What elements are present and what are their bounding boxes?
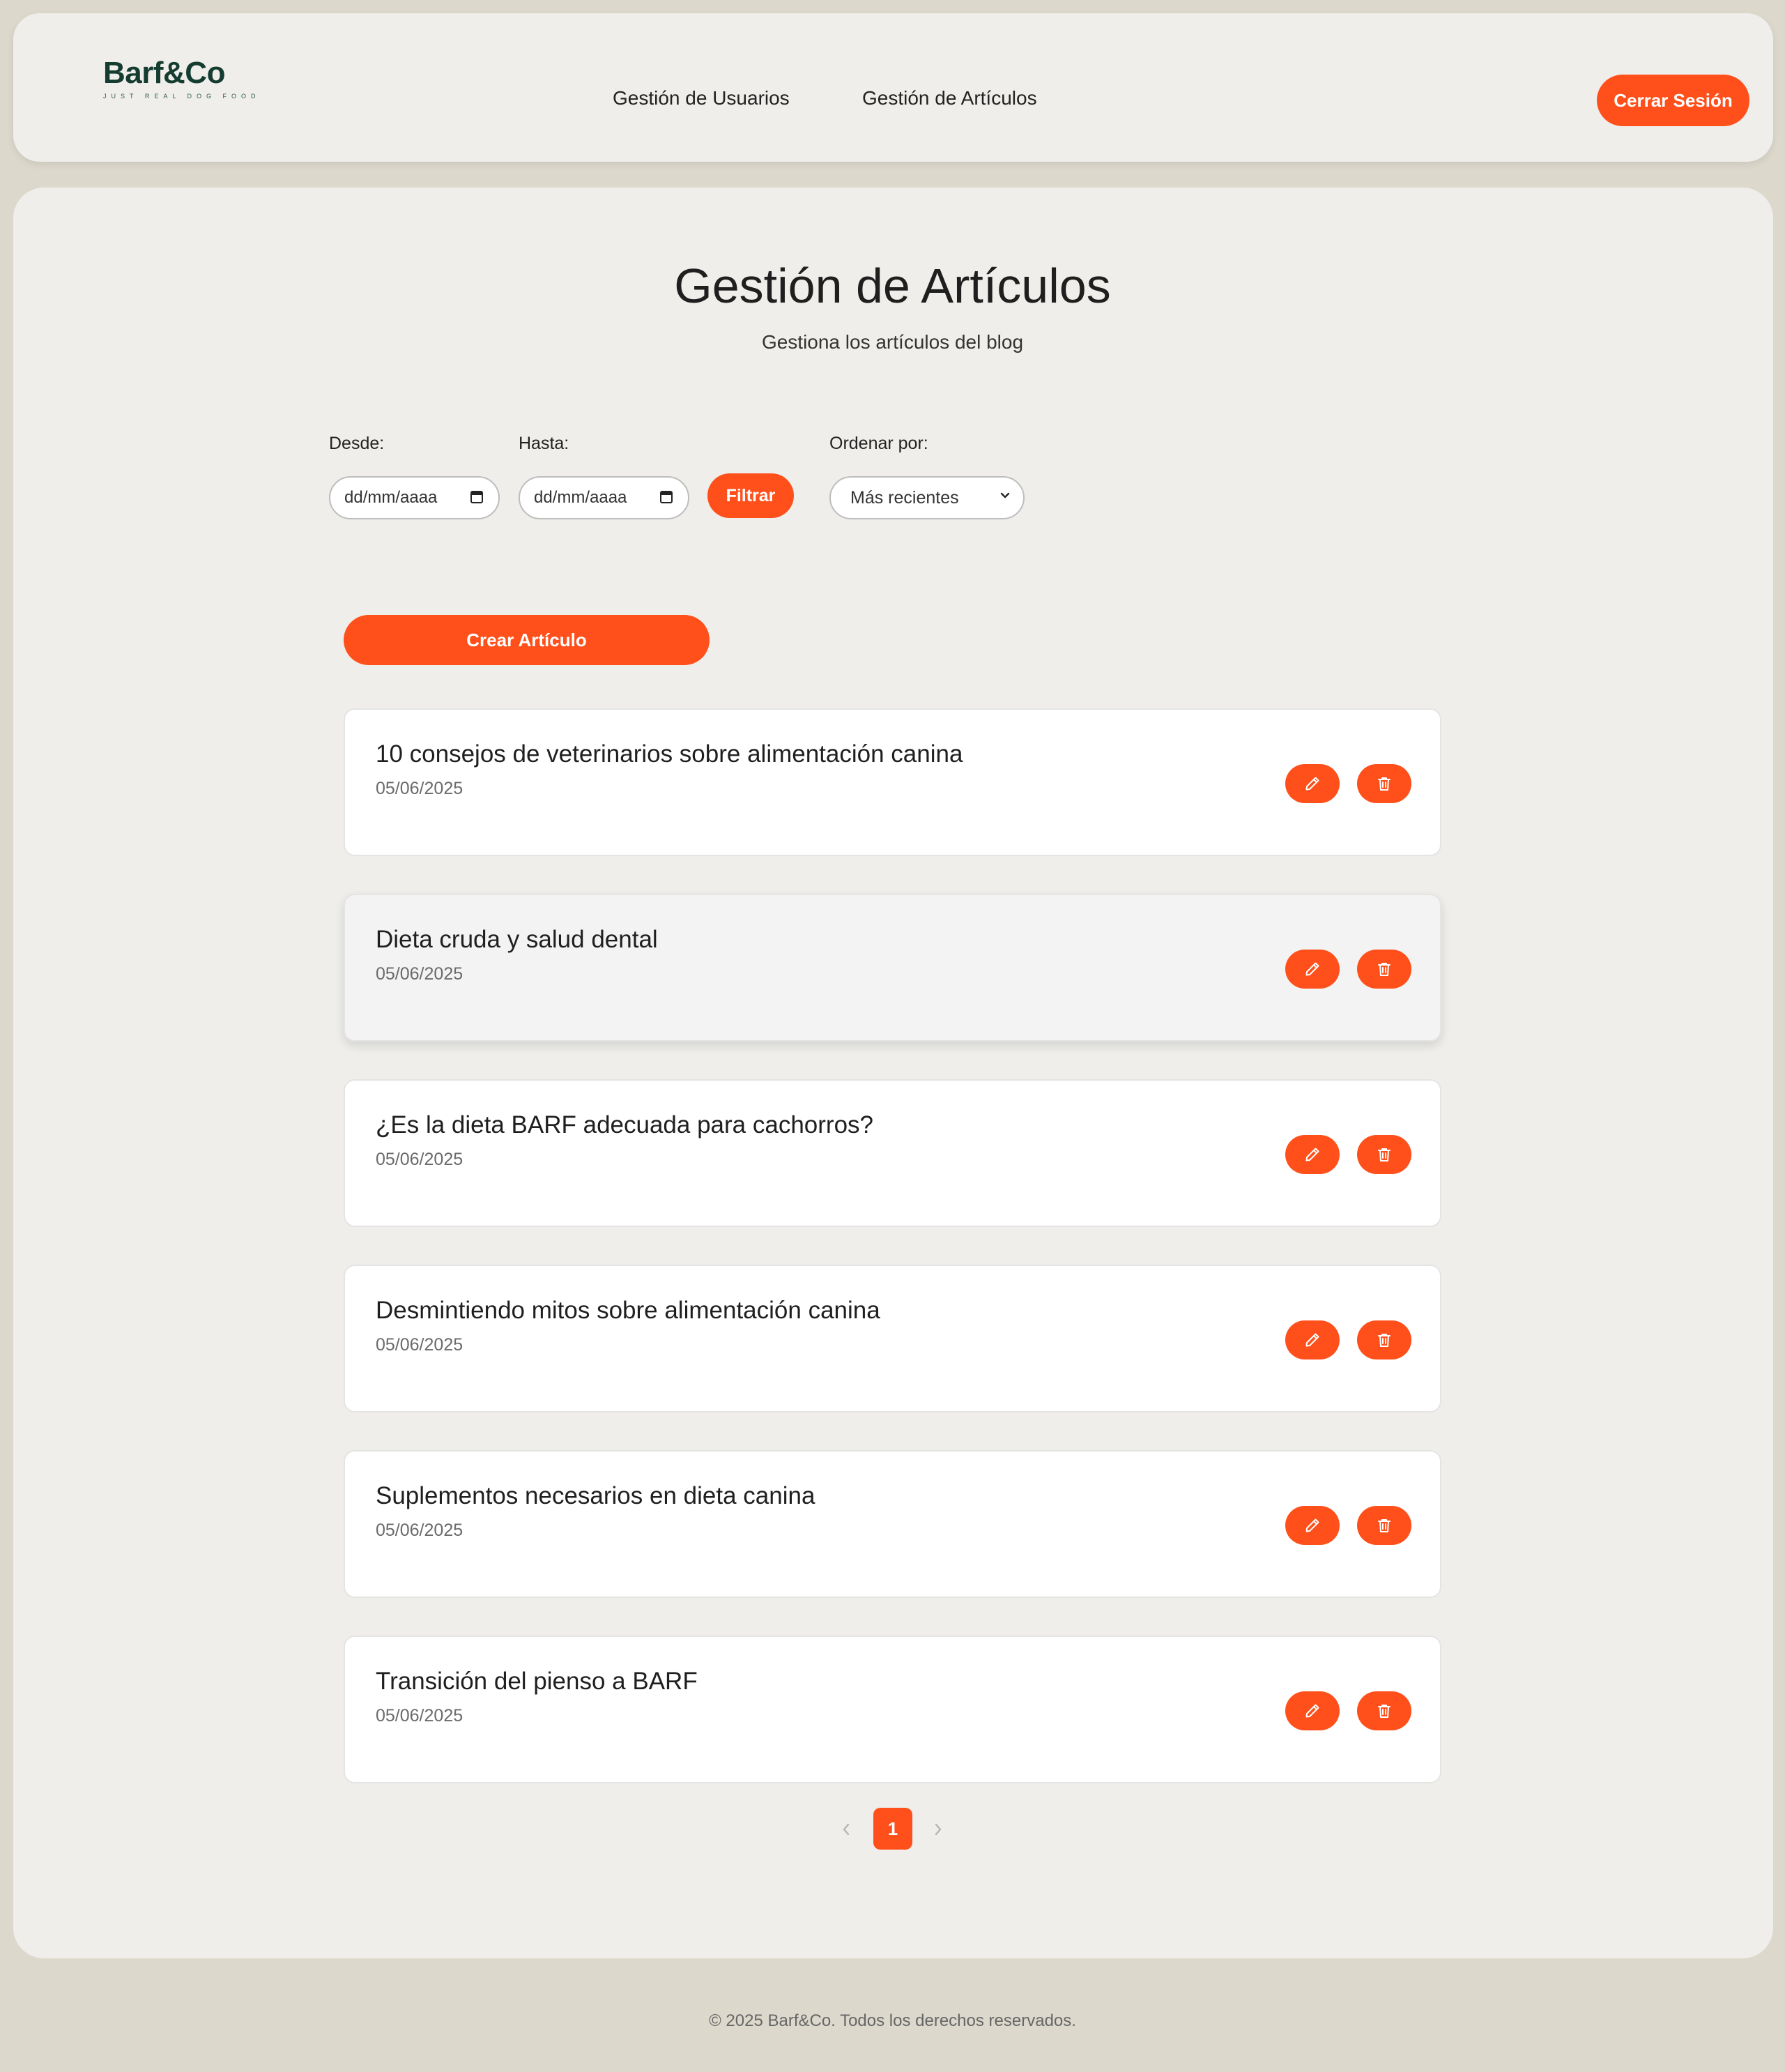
top-navbar: Barf&Co JUST REAL DOG FOOD Gestión de Us… — [13, 13, 1773, 162]
edit-article-button[interactable] — [1285, 1320, 1340, 1359]
article-date: 05/06/2025 — [376, 1150, 464, 1169]
pencil-icon — [1305, 777, 1319, 791]
pencil-icon — [1305, 962, 1319, 976]
create-article-button[interactable]: Crear Artículo — [344, 615, 710, 665]
from-date-input[interactable]: dd/mm/aaaa — [329, 476, 500, 519]
brand-name: Barf&Co — [103, 56, 225, 90]
pencil-icon — [1305, 1704, 1319, 1718]
article-date: 05/06/2025 — [376, 964, 464, 984]
delete-article-button[interactable] — [1357, 764, 1411, 803]
brand-tagline: JUST REAL DOG FOOD — [103, 93, 261, 100]
article-title: Transición del pienso a BARF — [376, 1668, 698, 1695]
article-card: 10 consejos de veterinarios sobre alimen… — [344, 708, 1441, 856]
article-card: Desmintiendo mitos sobre alimentación ca… — [344, 1265, 1441, 1412]
edit-article-button[interactable] — [1285, 1691, 1340, 1730]
sort-label: Ordenar por: — [829, 434, 928, 453]
article-title: 10 consejos de veterinarios sobre alimen… — [376, 740, 963, 768]
edit-article-button[interactable] — [1285, 1135, 1340, 1174]
edit-article-button[interactable] — [1285, 764, 1340, 803]
article-title: Suplementos necesarios en dieta canina — [376, 1482, 815, 1509]
to-date-label: Hasta: — [519, 434, 569, 453]
delete-article-button[interactable] — [1357, 1135, 1411, 1174]
article-card: ¿Es la dieta BARF adecuada para cachorro… — [344, 1079, 1441, 1227]
page-number-current[interactable]: 1 — [873, 1808, 912, 1850]
to-date-input[interactable]: dd/mm/aaaa — [519, 476, 689, 519]
nav-link-articles[interactable]: Gestión de Artículos — [862, 87, 1037, 109]
sort-select[interactable]: Más recientes — [829, 476, 1025, 519]
delete-article-button[interactable] — [1357, 1506, 1411, 1545]
chevron-left-icon[interactable] — [838, 1819, 854, 1840]
article-title: Desmintiendo mitos sobre alimentación ca… — [376, 1297, 880, 1324]
calendar-icon[interactable] — [470, 491, 483, 503]
to-date-placeholder: dd/mm/aaaa — [534, 488, 627, 507]
sort-selected-value: Más recientes — [850, 488, 959, 508]
article-date: 05/06/2025 — [376, 779, 464, 798]
article-date: 05/06/2025 — [376, 1521, 464, 1540]
brand-logo[interactable]: Barf&Co JUST REAL DOG FOOD — [103, 58, 261, 100]
trash-icon — [1378, 963, 1391, 976]
from-date-label: Desde: — [329, 434, 385, 453]
edit-article-button[interactable] — [1285, 950, 1340, 989]
delete-article-button[interactable] — [1357, 1691, 1411, 1730]
chevron-down-icon — [1000, 492, 1010, 498]
delete-article-button[interactable] — [1357, 1320, 1411, 1359]
article-title: Dieta cruda y salud dental — [376, 926, 658, 953]
trash-icon — [1378, 1334, 1391, 1347]
article-list: 10 consejos de veterinarios sobre alimen… — [344, 708, 1441, 1821]
article-date: 05/06/2025 — [376, 1706, 464, 1726]
article-date: 05/06/2025 — [376, 1335, 464, 1355]
article-card: Suplementos necesarios en dieta canina 05… — [344, 1450, 1441, 1598]
trash-icon — [1378, 777, 1391, 791]
logout-button[interactable]: Cerrar Sesión — [1597, 75, 1749, 126]
edit-article-button[interactable] — [1285, 1506, 1340, 1545]
delete-article-button[interactable] — [1357, 950, 1411, 989]
article-card: Transición del pienso a BARF 05/06/2025 — [344, 1636, 1441, 1783]
from-date-placeholder: dd/mm/aaaa — [344, 488, 438, 507]
trash-icon — [1378, 1519, 1391, 1532]
article-card: Dieta cruda y salud dental 05/06/2025 — [344, 894, 1441, 1042]
calendar-icon[interactable] — [660, 491, 673, 503]
pencil-icon — [1305, 1148, 1319, 1161]
filter-button[interactable]: Filtrar — [707, 473, 794, 518]
trash-icon — [1378, 1148, 1391, 1161]
article-title: ¿Es la dieta BARF adecuada para cachorro… — [376, 1111, 873, 1138]
nav-link-users[interactable]: Gestión de Usuarios — [613, 87, 790, 109]
chevron-right-icon[interactable] — [930, 1819, 946, 1840]
page-subtitle: Gestiona los artículos del blog — [761, 331, 1024, 353]
footer-copyright: © 2025 Barf&Co. Todos los derechos reser… — [709, 2011, 1076, 2030]
page-title: Gestión de Artículos — [674, 259, 1111, 313]
pencil-icon — [1305, 1518, 1319, 1532]
pencil-icon — [1305, 1333, 1319, 1347]
trash-icon — [1378, 1705, 1391, 1718]
